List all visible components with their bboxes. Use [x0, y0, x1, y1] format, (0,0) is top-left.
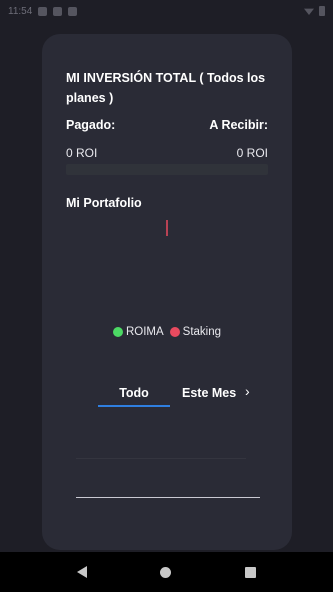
paid-value: 0 ROI: [66, 146, 98, 160]
tab-este-mes[interactable]: Este Mes: [182, 386, 236, 400]
investment-progress-bar: [66, 164, 268, 175]
wifi-icon: [304, 8, 314, 15]
investment-card: MI INVERSIÓN TOTAL ( Todos los planes ) …: [42, 34, 292, 550]
legend-item-staking: Staking: [169, 326, 222, 338]
back-icon[interactable]: [76, 566, 87, 578]
notification-icon: [53, 6, 63, 16]
tab-todo[interactable]: Todo: [98, 386, 170, 400]
battery-icon: [319, 6, 325, 16]
legend-label-staking: Staking: [182, 326, 222, 338]
portfolio-chart: [166, 220, 168, 236]
receive-label: A Recibir:: [209, 118, 268, 132]
receive-value: 0 ROI: [236, 146, 268, 160]
legend-dot-staking: [169, 327, 180, 337]
chart-legend: ROIMA Staking: [42, 326, 292, 338]
recents-icon[interactable]: [245, 566, 257, 578]
status-time: 11:54: [8, 5, 33, 17]
gear-icon: [38, 6, 48, 16]
period-tabs: Todo Este Mes: [98, 386, 264, 408]
settings-icon: [68, 6, 78, 16]
legend-label-roima: ROIMA: [125, 326, 164, 338]
status-bar: 11:54: [0, 0, 333, 22]
legend-dot-roima: [112, 327, 123, 337]
legend-item-roima: ROIMA: [112, 326, 164, 338]
investment-title: MI INVERSIÓN TOTAL ( Todos los planes ): [66, 71, 266, 105]
divider: [76, 458, 246, 459]
tab-todo-indicator: [98, 405, 170, 407]
paid-label: Pagado:: [66, 118, 116, 132]
portfolio-title: Mi Portafolio: [66, 196, 142, 210]
chevron-right-icon[interactable]: ›: [245, 383, 250, 399]
home-icon[interactable]: [160, 566, 172, 578]
navigation-bar: [0, 552, 333, 592]
input-underline[interactable]: [76, 497, 260, 498]
